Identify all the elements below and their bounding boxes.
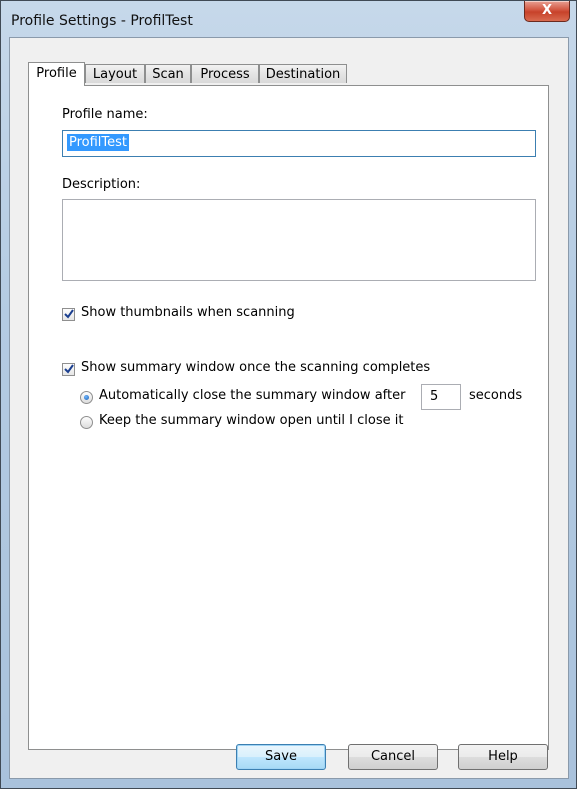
show-summary-checkbox[interactable] [62,363,75,376]
window-title: Profile Settings - ProfilTest [11,13,193,29]
checkmark-icon [64,364,74,374]
tab-profile[interactable]: Profile [28,62,85,86]
tab-scan[interactable]: Scan [145,64,191,83]
profile-name-label: Profile name: [62,107,148,122]
seconds-value: 5 [430,389,439,404]
cancel-button[interactable]: Cancel [348,744,438,770]
checkmark-icon [64,309,74,319]
seconds-input[interactable]: 5 [421,384,461,410]
radio-dot-icon [84,395,89,400]
auto-close-radio[interactable] [80,391,93,404]
close-icon: X [541,3,553,18]
close-button[interactable]: X [524,1,570,22]
show-summary-label: Show summary window once the scanning co… [81,360,431,375]
tab-destination[interactable]: Destination [259,64,347,83]
auto-close-label: Automatically close the summary window a… [99,388,406,403]
title-bar[interactable]: Profile Settings - ProfilTest X [1,1,576,37]
save-button[interactable]: Save [236,744,326,770]
profile-name-value: ProfilTest [67,134,130,151]
keep-open-label: Keep the summary window open until I clo… [99,413,404,428]
show-thumbnails-label: Show thumbnails when scanning [81,305,295,320]
seconds-label: seconds [469,388,523,403]
show-thumbnails-checkbox[interactable] [62,308,75,321]
profile-settings-window: Profile Settings - ProfilTest X Profile … [0,0,577,789]
tab-layout[interactable]: Layout [85,64,145,83]
description-label: Description: [62,177,141,192]
keep-open-radio[interactable] [80,416,93,429]
tab-process[interactable]: Process [191,64,259,83]
profile-name-input[interactable]: ProfilTest [62,130,536,157]
profile-tab-panel: Profile name: ProfilTest Description: Sh… [28,85,549,750]
dialog-client-area: Profile Layout Scan Process Destination … [9,37,569,779]
description-textarea[interactable] [62,199,536,281]
help-button[interactable]: Help [458,744,548,770]
